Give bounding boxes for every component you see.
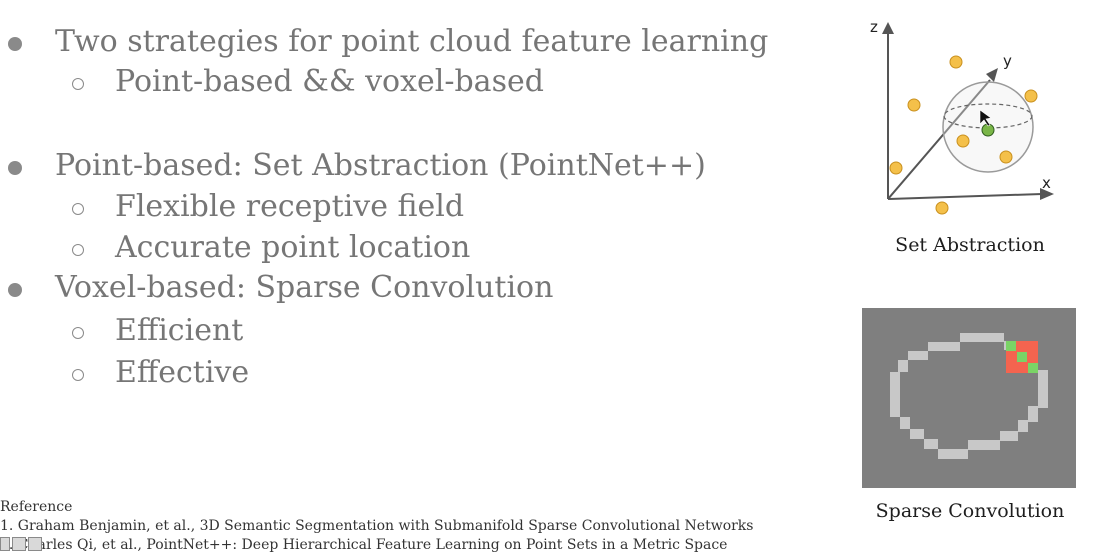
point (889, 161, 903, 175)
reference-item: 2. Charles Qi, et al., PointNet++: Deep … (0, 537, 728, 553)
point (999, 150, 1013, 164)
sub-bullet-item: Point-based && voxel-based (0, 64, 544, 100)
sub-bullet-item: Effective (0, 355, 249, 391)
active-green-cell (1006, 341, 1016, 351)
x-axis (887, 193, 1043, 200)
reference-item: 1. Graham Benjamin, et al., 3D Semantic … (0, 518, 754, 534)
point (907, 98, 921, 112)
z-axis-arrow (882, 22, 894, 34)
bullet-text: Voxel-based: Sparse Convolution (55, 270, 554, 305)
bullet-text: Two strategies for point cloud feature l… (55, 24, 769, 59)
sub-bullet-ring-icon (72, 78, 84, 90)
bullet-item: Voxel-based: Sparse Convolution (0, 270, 553, 306)
bullet-list: Two strategies for point cloud feature l… (0, 0, 800, 430)
bullet-dot-icon (8, 283, 22, 297)
point (949, 55, 963, 69)
set-abstraction-caption: Set Abstraction (895, 234, 1045, 256)
set-abstraction-figure: z x y (870, 18, 1054, 215)
sub-bullet-ring-icon (72, 369, 84, 381)
y-axis-label: y (1003, 52, 1012, 70)
next-slide-icon[interactable] (28, 537, 42, 551)
y-axis-arrow (986, 68, 998, 82)
active-green-cell (1028, 363, 1038, 373)
point (956, 134, 970, 148)
z-axis-label: z (870, 18, 878, 36)
bullet-text: Point-based: Set Abstraction (PointNet++… (55, 148, 706, 183)
sparse-conv-caption: Sparse Convolution (875, 500, 1065, 522)
active-green-cell (1017, 352, 1027, 362)
x-axis-label: x (1042, 174, 1051, 192)
reference-section: Reference 1. Graham Benjamin, et al., 3D… (0, 498, 753, 555)
sub-bullet-text: Flexible receptive field (115, 189, 465, 224)
bullet-item: Point-based: Set Abstraction (PointNet++… (0, 148, 706, 184)
slide-controls[interactable] (0, 536, 62, 552)
bullet-dot-icon (8, 37, 22, 51)
reference-heading: Reference (0, 499, 73, 515)
sub-bullet-text: Effective (115, 355, 250, 390)
pen-tool-icon[interactable] (0, 537, 10, 551)
sub-bullet-text: Efficient (115, 313, 244, 348)
sub-bullet-ring-icon (72, 203, 84, 215)
sub-bullet-item: Efficient (0, 313, 243, 349)
sub-bullet-item: Flexible receptive field (0, 189, 464, 225)
sub-bullet-text: Point-based && voxel-based (115, 64, 544, 99)
sparse-conv-figure (862, 308, 1076, 488)
sub-bullet-item: Accurate point location (0, 230, 470, 266)
sub-bullet-text: Accurate point location (115, 230, 471, 265)
bullet-dot-icon (8, 161, 22, 175)
point (1024, 89, 1038, 103)
bullet-item: Two strategies for point cloud feature l… (0, 24, 768, 60)
sub-bullet-ring-icon (72, 244, 84, 256)
sub-bullet-ring-icon (72, 327, 84, 339)
slides-grid-icon[interactable] (12, 537, 26, 551)
point (935, 201, 949, 215)
